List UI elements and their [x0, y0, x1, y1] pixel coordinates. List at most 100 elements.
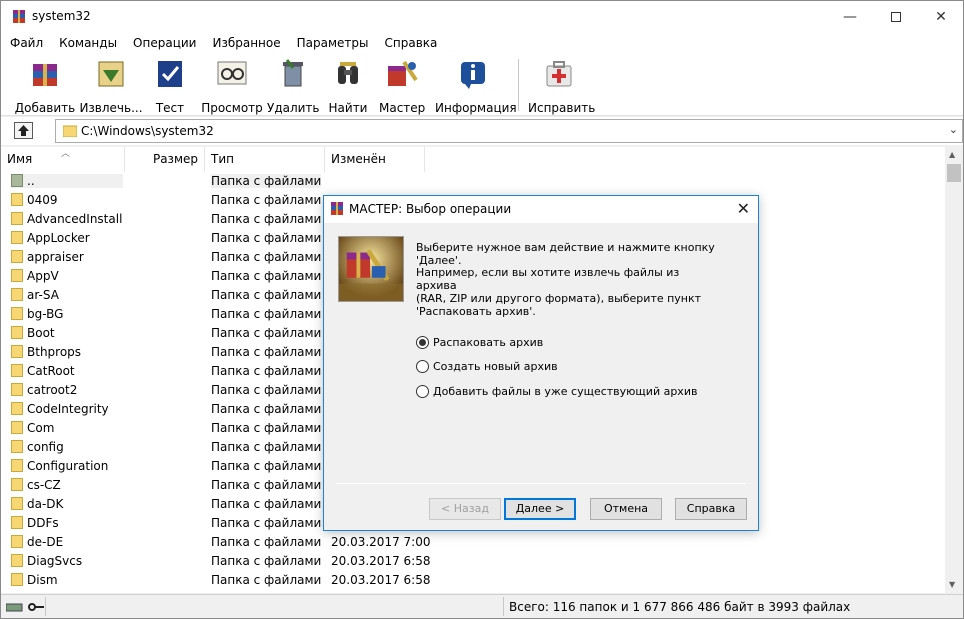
maximize-icon	[891, 12, 901, 22]
address-path: C:\Windows\system32	[81, 124, 214, 138]
folder-icon	[11, 269, 23, 282]
file-type-cell: Папка с файлами	[211, 497, 322, 511]
column-size[interactable]: Размер	[125, 147, 205, 172]
file-name-cell: bg-BG	[11, 307, 123, 321]
wizard-illustration-icon	[338, 236, 404, 302]
folder-icon	[11, 231, 23, 244]
file-type-cell: Папка с файлами	[211, 402, 322, 416]
folder-icon	[11, 250, 23, 263]
file-name-cell: 0409	[11, 193, 123, 207]
folder-icon	[11, 193, 23, 206]
find-icon	[338, 62, 358, 84]
file-type-cell: Папка с файлами	[211, 193, 322, 207]
file-type-cell: Папка с файлами	[211, 516, 322, 530]
back-button[interactable]: < Назад	[429, 498, 501, 520]
cancel-button[interactable]: Отмена	[590, 498, 662, 520]
column-modified[interactable]: Изменён	[325, 147, 425, 172]
help-button[interactable]: Справка	[675, 498, 747, 520]
address-combobox[interactable]: C:\Windows\system32 ⌄	[55, 119, 963, 143]
menu-file[interactable]: Файл	[1, 33, 50, 53]
file-type-cell: Папка с файлами	[211, 174, 322, 188]
vertical-scrollbar[interactable]: ▲ ▼	[945, 147, 963, 593]
file-name-cell: AppLocker	[11, 231, 123, 245]
minimize-button[interactable]: —	[827, 1, 873, 33]
table-row[interactable]: Dism Папка с файлами 20.03.2017 6:58	[1, 571, 945, 590]
winrar-dialog-icon	[331, 202, 343, 215]
menu-help[interactable]: Справка	[376, 33, 445, 53]
file-name-cell: catroot2	[11, 383, 123, 397]
file-modified-cell: 20.03.2017 6:58	[331, 554, 431, 568]
find-button[interactable]: Найти	[327, 56, 369, 115]
file-type-cell: Папка с файлами	[211, 440, 322, 454]
scroll-down-icon[interactable]: ▼	[949, 580, 955, 589]
column-name[interactable]: Имя ︿	[1, 147, 125, 172]
test-icon	[158, 61, 182, 87]
file-type-cell: Папка с файлами	[211, 478, 322, 492]
repair-button[interactable]: Исправить	[528, 56, 595, 115]
table-row[interactable]: DiagSvcs Папка с файлами 20.03.2017 6:58	[1, 552, 945, 571]
add-button[interactable]: Добавить	[14, 56, 76, 115]
extract-button[interactable]: Извлечь...	[79, 56, 143, 115]
view-icon	[217, 61, 247, 85]
folder-icon	[11, 440, 23, 453]
file-name-cell: ar-SA	[11, 288, 123, 302]
test-button[interactable]: Тест	[149, 56, 191, 115]
folder-icon	[11, 478, 23, 491]
repair-icon	[546, 61, 572, 87]
file-name-cell: AdvancedInstall...	[11, 212, 123, 226]
menu-favorites[interactable]: Избранное	[203, 33, 287, 53]
file-type-cell: Папка с файлами	[211, 269, 322, 283]
maximize-button[interactable]	[873, 1, 919, 33]
menu-options[interactable]: Параметры	[288, 33, 376, 53]
folder-icon	[11, 459, 23, 472]
file-modified-cell: 20.03.2017 6:58	[331, 573, 431, 587]
delete-icon	[283, 59, 303, 87]
folder-icon	[11, 383, 23, 396]
up-arrow-icon	[18, 125, 29, 136]
menu-commands[interactable]: Команды	[50, 33, 124, 53]
folder-icon	[11, 535, 23, 548]
file-name-cell: appraiser	[11, 250, 123, 264]
folder-icon	[11, 516, 23, 529]
file-type-cell: Папка с файлами	[211, 307, 322, 321]
folder-icon	[11, 497, 23, 510]
next-button[interactable]: Далее >	[504, 498, 576, 520]
view-button[interactable]: Просмотр	[201, 56, 263, 115]
up-folder-button[interactable]	[14, 122, 33, 139]
wizard-button[interactable]: Мастер	[379, 56, 425, 115]
scroll-up-icon[interactable]: ▲	[949, 150, 955, 159]
file-type-cell: Папка с файлами	[211, 459, 322, 473]
close-icon: ✕	[935, 9, 947, 25]
chevron-down-icon[interactable]: ⌄	[949, 123, 958, 136]
extract-icon	[98, 61, 124, 87]
close-button[interactable]: ✕	[918, 1, 964, 33]
scroll-thumb[interactable]	[947, 164, 961, 182]
status-bar: Всего: 116 папок и 1 677 866 486 байт в …	[1, 594, 963, 618]
file-type-cell: Папка с файлами	[211, 421, 322, 435]
winrar-app-icon	[13, 10, 25, 23]
menu-operations[interactable]: Операции	[124, 33, 203, 53]
dialog-separator	[336, 483, 746, 484]
table-row[interactable]: de-DE Папка с файлами 20.03.2017 7:00	[1, 533, 945, 552]
file-type-cell: Папка с файлами	[211, 535, 322, 549]
folder-icon	[11, 307, 23, 320]
winrar-window: system32 — ✕ Файл Команды Операции Избра…	[0, 0, 964, 619]
radio-unselected-icon	[416, 360, 429, 373]
menu-bar: Файл Команды Операции Избранное Параметр…	[1, 33, 963, 53]
file-name-cell: da-DK	[11, 497, 123, 511]
dialog-close-icon[interactable]: ✕	[737, 199, 750, 218]
add-archive-icon	[33, 64, 57, 86]
info-button[interactable]: Информация	[435, 56, 517, 115]
file-type-cell: Папка с файлами	[211, 554, 322, 568]
file-type-cell: Папка с файлами	[211, 250, 322, 264]
delete-button[interactable]: Удалить	[267, 56, 320, 115]
file-type-cell: Папка с файлами	[211, 288, 322, 302]
minimize-icon: —	[843, 9, 857, 25]
parent-folder-icon	[11, 174, 23, 187]
column-type[interactable]: Тип	[205, 147, 325, 172]
folder-icon	[11, 554, 23, 567]
table-row[interactable]: .. Папка с файлами	[1, 172, 945, 191]
file-name-cell: Boot	[11, 326, 123, 340]
dialog-title: МАСТЕР: Выбор операции	[349, 202, 512, 216]
title-bar: system32 — ✕	[1, 1, 963, 33]
